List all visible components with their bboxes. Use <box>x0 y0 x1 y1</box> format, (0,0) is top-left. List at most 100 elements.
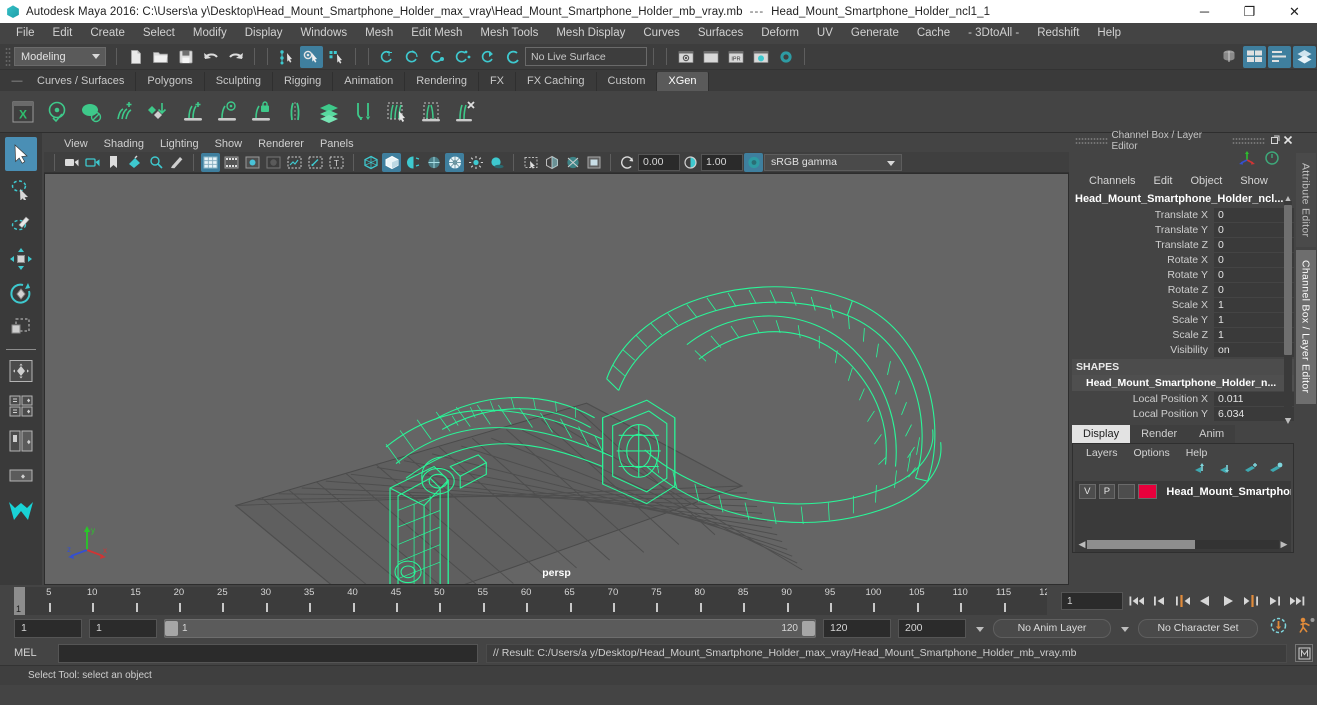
layer-list[interactable]: V P Head_Mount_Smartphor ◀ ▶ <box>1075 481 1291 552</box>
maya-logo-icon[interactable] <box>5 494 37 528</box>
character-set-dropdown-arrow[interactable] <box>1118 619 1131 637</box>
gamma-icon[interactable] <box>681 153 700 172</box>
scale-tool[interactable] <box>5 312 37 342</box>
xray-icon[interactable] <box>542 153 561 172</box>
paint-select-tool[interactable] <box>5 207 37 241</box>
menu-set-selector[interactable]: Modeling <box>14 47 106 66</box>
shelf-tab-animation[interactable]: Animation <box>333 72 406 91</box>
render-sequence-icon[interactable] <box>699 46 722 68</box>
safe-title-icon[interactable]: T <box>327 153 346 172</box>
shelf-tab-custom[interactable]: Custom <box>596 72 658 91</box>
camera-attributes-icon[interactable] <box>83 153 102 172</box>
menu-item-select[interactable]: Select <box>134 23 184 44</box>
tool-settings-toggle-icon[interactable] <box>1268 45 1291 68</box>
channel-value[interactable]: 0 <box>1214 237 1294 252</box>
command-language-label[interactable]: MEL <box>14 647 50 659</box>
channel-box-menu-object[interactable]: Object <box>1181 175 1231 187</box>
range-slider-bar[interactable]: 1 120 <box>164 618 816 638</box>
menu-item-curves[interactable]: Curves <box>634 23 688 44</box>
channel-row[interactable]: Visibility on <box>1072 342 1294 357</box>
ipr-render-icon[interactable]: IPR <box>724 46 747 68</box>
shape-channel-row[interactable]: Local Position Y 6.034 <box>1072 406 1294 421</box>
playback-start-time-field[interactable]: 1 <box>89 618 157 638</box>
character-set-field[interactable]: No Character Set <box>1138 618 1258 638</box>
step-forward-frame-icon[interactable] <box>1264 591 1284 611</box>
channel-value[interactable]: 0 <box>1214 207 1294 222</box>
undo-icon[interactable] <box>199 46 222 68</box>
shelf-tab-polygons[interactable]: Polygons <box>136 72 205 91</box>
channel-value[interactable]: 0 <box>1214 267 1294 282</box>
channel-value[interactable]: 0 <box>1214 252 1294 267</box>
speed-icon[interactable] <box>1264 150 1280 171</box>
shadows-icon[interactable] <box>487 153 506 172</box>
menu-item-windows[interactable]: Windows <box>291 23 356 44</box>
menu-item-modify[interactable]: Modify <box>184 23 236 44</box>
menu-item-redshift[interactable]: Redshift <box>1028 23 1088 44</box>
sculpt-guides-icon[interactable] <box>346 95 380 129</box>
anim-layer-dropdown-arrow[interactable] <box>973 619 986 637</box>
close-button[interactable]: ✕ <box>1272 0 1317 23</box>
bake-guides-icon[interactable] <box>414 95 448 129</box>
step-back-frame-icon[interactable] <box>1149 591 1169 611</box>
scroll-down-icon[interactable] <box>1284 412 1292 424</box>
move-layer-down-icon[interactable] <box>1218 461 1234 480</box>
channel-row[interactable]: Scale X 1 <box>1072 297 1294 312</box>
shade-selected-icon[interactable] <box>403 153 422 172</box>
playback-end-time-field[interactable]: 120 <box>823 618 891 638</box>
step-forward-key-icon[interactable] <box>1241 591 1261 611</box>
channel-value[interactable]: 1 <box>1214 297 1294 312</box>
step-back-key-icon[interactable] <box>1172 591 1192 611</box>
channel-value[interactable]: 0 <box>1214 282 1294 297</box>
menu-item-surfaces[interactable]: Surfaces <box>689 23 752 44</box>
snap-to-grid-icon[interactable] <box>376 46 399 68</box>
menu-item-3dtoall[interactable]: - 3DtoAll - <box>959 23 1028 44</box>
channel-box-menu-channels[interactable]: Channels <box>1080 175 1144 187</box>
menu-item-create[interactable]: Create <box>81 23 134 44</box>
scroll-left-icon[interactable]: ◀ <box>1077 539 1087 550</box>
layer-color-swatch[interactable] <box>1137 484 1158 499</box>
menu-item-mesh[interactable]: Mesh <box>356 23 402 44</box>
film-gate-icon[interactable] <box>222 153 241 172</box>
channel-value[interactable]: on <box>1214 342 1294 357</box>
play-backwards-icon[interactable] <box>1195 591 1215 611</box>
hypershade-icon[interactable] <box>774 46 797 68</box>
snap-to-curve-icon[interactable] <box>401 46 424 68</box>
live-surface-field[interactable]: No Live Surface <box>525 47 647 66</box>
channel-value[interactable]: 0 <box>1214 222 1294 237</box>
channel-value[interactable]: 1 <box>1214 327 1294 342</box>
shape-channel-value[interactable]: 0.011 <box>1214 391 1294 406</box>
go-to-start-icon[interactable] <box>1126 591 1146 611</box>
channel-box-menu-edit[interactable]: Edit <box>1144 175 1181 187</box>
command-input[interactable] <box>58 643 478 663</box>
undock-icon[interactable] <box>1268 135 1281 148</box>
exposure-field[interactable]: 0.00 <box>638 153 680 171</box>
perspective-viewport[interactable]: y x z persp <box>44 173 1069 585</box>
exposure-icon[interactable] <box>618 153 637 172</box>
snap-to-point-icon[interactable] <box>426 46 449 68</box>
time-slider-track[interactable]: 1 5 10 15 20 25 30 35 40 45 50 55 60 65 70 75 80 85 90 95 1… <box>14 587 1047 615</box>
play-forwards-icon[interactable] <box>1218 591 1238 611</box>
layer-name[interactable]: Head_Mount_Smartphor <box>1166 486 1291 498</box>
new-layer-from-selected-icon[interactable] <box>1268 461 1284 480</box>
layer-menu-options[interactable]: Options <box>1126 447 1178 459</box>
bookmark-icon[interactable] <box>104 153 123 172</box>
layer-list-horizontal-scrollbar[interactable]: ◀ ▶ <box>1077 539 1289 550</box>
layer-tab-render[interactable]: Render <box>1130 425 1189 443</box>
panel-menu-show[interactable]: Show <box>207 138 251 150</box>
grid-toggle-icon[interactable] <box>201 152 220 172</box>
toolbar-grip[interactable] <box>5 46 11 67</box>
animation-preferences-icon[interactable] <box>1297 616 1317 640</box>
panel-menu-panels[interactable]: Panels <box>312 138 362 150</box>
panel-grip-right[interactable] <box>1231 136 1266 146</box>
dock-tab-channel-box[interactable]: Channel Box / Layer Editor <box>1295 250 1316 404</box>
shelf-tab-xgen[interactable]: XGen <box>657 72 709 91</box>
layer-row[interactable]: V P Head_Mount_Smartphor <box>1075 481 1291 499</box>
layers-icon[interactable] <box>312 95 346 129</box>
mirror-guides-icon[interactable] <box>278 95 312 129</box>
range-left-handle[interactable] <box>165 620 178 636</box>
script-editor-icon[interactable] <box>1295 644 1313 662</box>
safe-action-icon[interactable] <box>306 153 325 172</box>
snap-to-projected-center-icon[interactable] <box>451 46 474 68</box>
open-scene-icon[interactable] <box>149 46 172 68</box>
xgen-window-icon[interactable]: X <box>6 95 40 129</box>
